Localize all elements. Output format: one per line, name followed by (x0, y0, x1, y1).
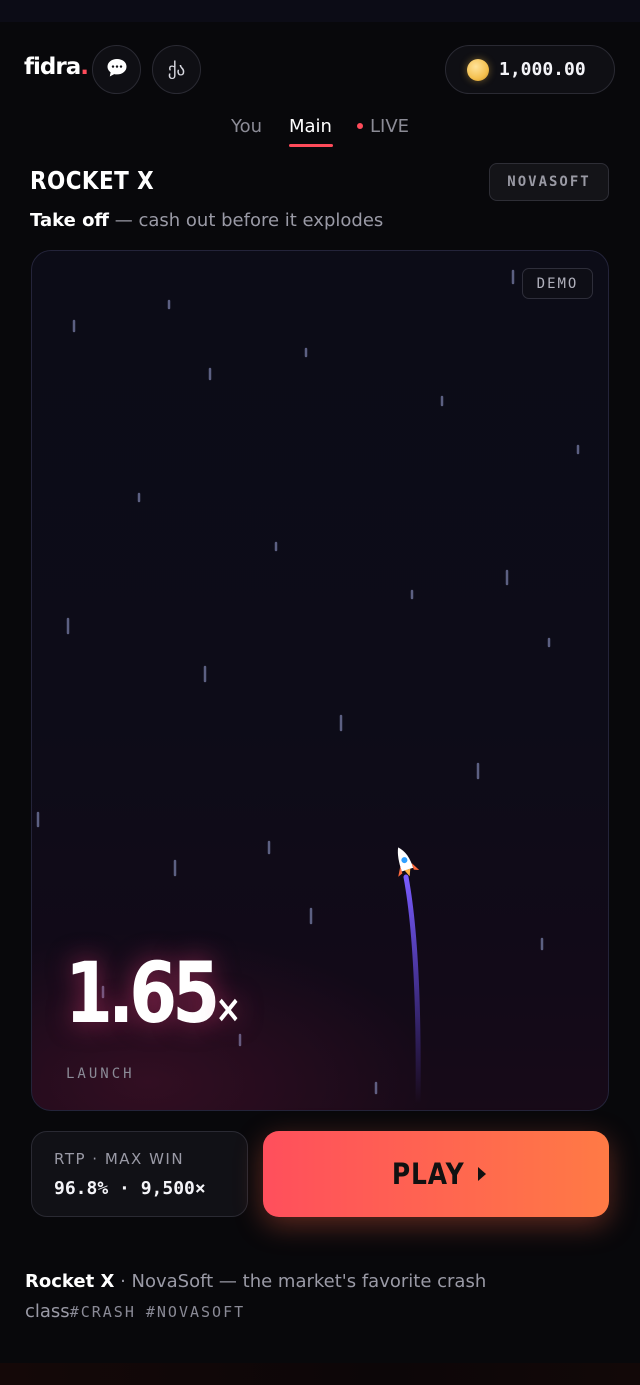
game-subtitle: Take off — cash out before it explodes (30, 210, 384, 231)
game-title: ROCKET X (30, 166, 155, 195)
provider-badge[interactable]: NOVASOFT (489, 163, 609, 201)
stats-value: 96.8% · 9,500× (54, 1178, 206, 1199)
chat-button[interactable] (92, 45, 141, 94)
balance-value: 1,000.00 (499, 59, 586, 80)
stats-label: RTP · MAX WIN (54, 1150, 185, 1168)
tag-novasoft[interactable]: #NOVASOFT (146, 1303, 245, 1321)
tab-live[interactable]: LIVE (357, 116, 409, 137)
game-canvas[interactable]: DEMO 1.65× LAUNCH (31, 250, 609, 1111)
tab-you[interactable]: You (231, 116, 262, 137)
tab-main[interactable]: Main (289, 116, 333, 147)
bottom-strip (0, 1363, 640, 1385)
stats-card: RTP · MAX WIN 96.8% · 9,500× (31, 1131, 248, 1217)
play-button[interactable]: PLAY (263, 1131, 609, 1217)
balance-pill[interactable]: 1,000.00 (445, 45, 615, 94)
demo-badge: DEMO (522, 268, 593, 299)
multiplier-display: 1.65× (65, 944, 242, 1042)
language-label: ქა (167, 59, 186, 80)
status-strip (0, 0, 640, 22)
coin-icon (467, 58, 489, 81)
language-button[interactable]: ქა (152, 45, 201, 94)
play-label: PLAY (391, 1157, 465, 1191)
chat-bubble-icon (106, 58, 128, 82)
tag-crash[interactable]: #CRASH (70, 1303, 136, 1321)
brand-logo[interactable]: fidra. (24, 54, 89, 80)
game-description: Rocket X · NovaSoft — the market's favor… (25, 1271, 487, 1322)
live-dot-icon (357, 122, 363, 129)
active-tab-indicator (289, 144, 333, 147)
play-arrow-icon (478, 1167, 487, 1181)
round-phase-label: LAUNCH (66, 1066, 135, 1082)
